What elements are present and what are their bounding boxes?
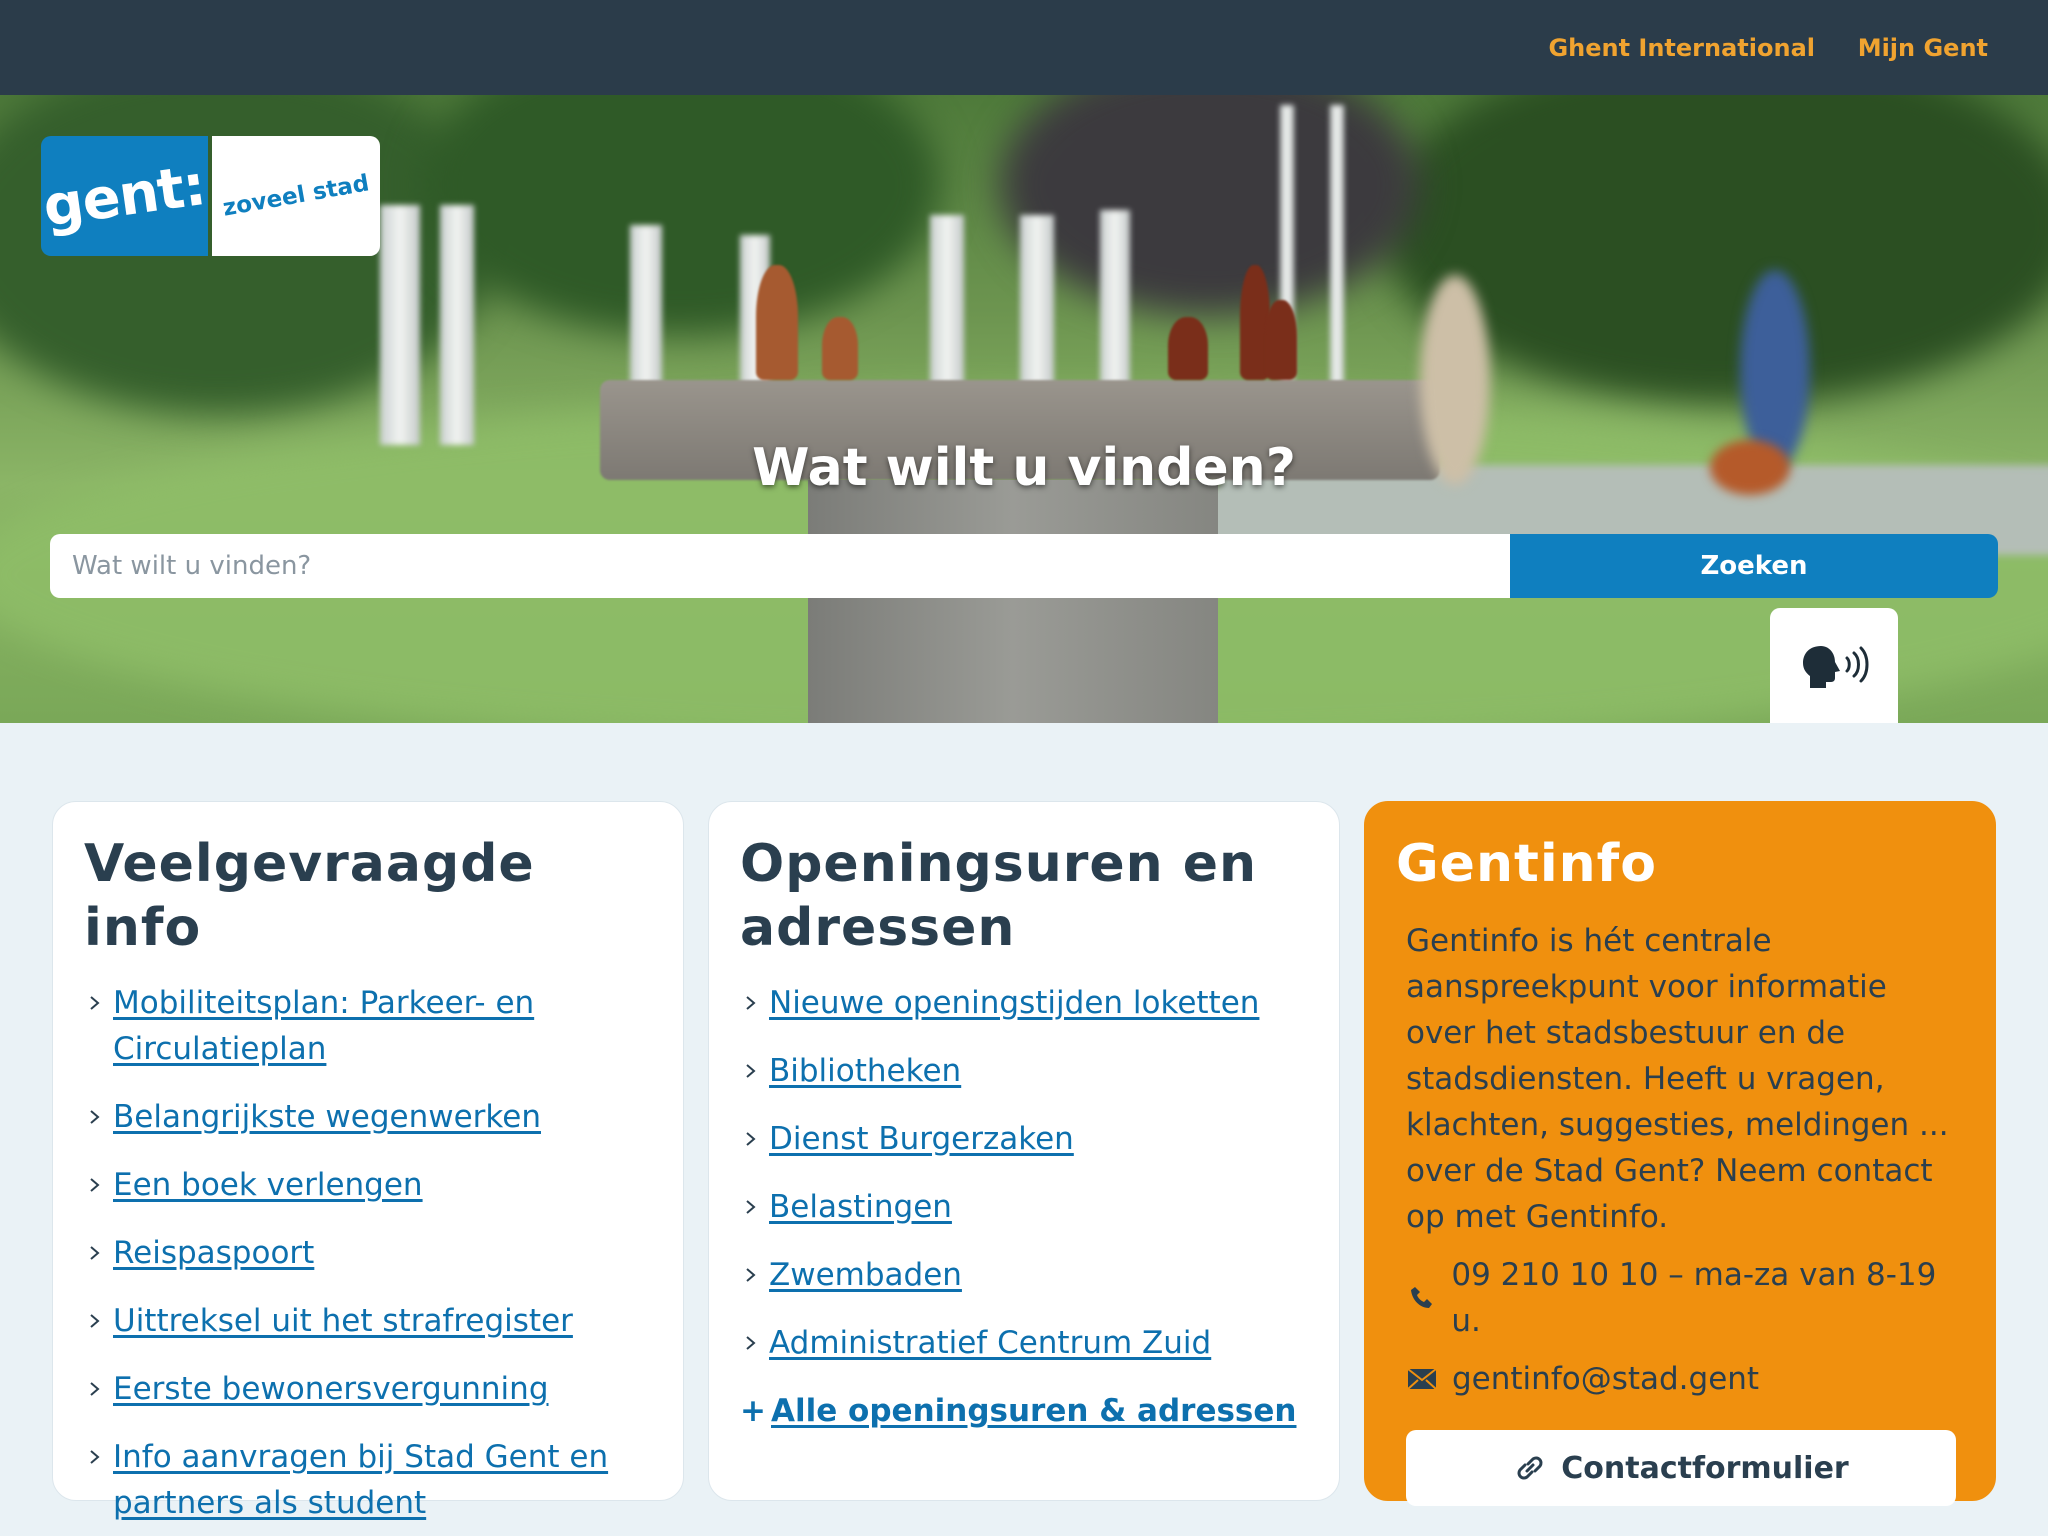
chevron-right-icon [746,1336,756,1350]
hero-chess-piece [1168,317,1208,380]
chevron-right-icon [90,1382,100,1396]
faq-list: Mobiliteitsplan: Parkeer- en Circulatiep… [84,980,653,1526]
search-button[interactable]: Zoeken [1510,534,1998,598]
list-item: Belangrijkste wegenwerken [84,1094,653,1140]
list-item: Nieuwe openingstijden loketten [740,980,1309,1026]
search-input[interactable] [50,534,1510,598]
list-item: Bibliotheken [740,1048,1309,1094]
list-item: Uittreksel uit het strafregister [84,1298,653,1344]
hero-column [380,205,420,445]
opening-hours-link[interactable]: Administratief Centrum Zuid [769,1325,1211,1361]
opening-hours-link[interactable]: Belastingen [769,1189,952,1225]
faq-card: Veelgevraagde info Mobiliteitsplan: Park… [52,801,684,1521]
opening-hours-title: Openingsuren en adressen [740,834,1258,958]
mijn-gent-link[interactable]: Mijn Gent [1858,34,1988,62]
gentinfo-description: Gentinfo is hét centrale aanspreekpunt v… [1406,923,1949,1235]
opening-hours-link[interactable]: Nieuwe openingstijden loketten [769,985,1259,1021]
phone-icon [1406,1282,1437,1314]
list-item: + Alle openingsuren & adressen [740,1388,1309,1434]
hero-chess-piece [1265,300,1297,380]
readspeaker-button[interactable] [1770,608,1898,723]
link-icon [1517,1456,1543,1480]
opening-hours-card: Openingsuren en adressen Nieuwe openings… [708,801,1340,1501]
envelope-icon [1406,1363,1438,1395]
gent-logo[interactable]: gent: zoveel stad [39,136,380,256]
hero-tree-foliage [420,95,940,335]
gentinfo-email: gentinfo@stad.gent [1396,1356,1965,1402]
hero-chess-piece [756,265,798,380]
contact-form-label: Contactformulier [1561,1450,1849,1486]
hero-column [440,205,474,445]
hero-chess-table-pedestal [808,480,1218,723]
opening-hours-link[interactable]: Dienst Burgerzaken [769,1121,1074,1157]
chevron-right-icon [746,1200,756,1214]
faq-link[interactable]: Mobiliteitsplan: Parkeer- en Circulatiep… [113,985,534,1067]
faq-link[interactable]: Uittreksel uit het strafregister [113,1303,573,1339]
chevron-right-icon [90,1314,100,1328]
list-item: Reispaspoort [84,1230,653,1276]
top-navigation-bar: Ghent International Mijn Gent [0,0,2048,95]
plus-icon: + [740,1393,766,1429]
list-item: Zwembaden [740,1252,1309,1298]
faq-link[interactable]: Eerste bewonersvergunning [113,1371,549,1407]
hero-pole [1330,105,1344,425]
gentinfo-card: Gentinfo Gentinfo is hét centrale aanspr… [1364,801,1996,1506]
chevron-right-icon [746,996,756,1010]
list-item: Info aanvragen bij Stad Gent en partners… [84,1434,653,1526]
logo-tagline-box: zoveel stad [212,136,380,256]
gentinfo-phone: 09 210 10 10 – ma-za van 8-19 u. [1396,1252,1965,1344]
faq-link[interactable]: Info aanvragen bij Stad Gent en partners… [113,1439,608,1521]
list-item: Belastingen [740,1184,1309,1230]
ghent-international-link[interactable]: Ghent International [1548,34,1815,62]
logo-text: gent: [39,152,210,240]
list-item: Administratief Centrum Zuid [740,1320,1309,1366]
chevron-right-icon [90,996,100,1010]
opening-hours-list: Nieuwe openingstijden loketten Bibliothe… [740,980,1309,1434]
list-item: Een boek verlengen [84,1162,653,1208]
contact-form-button[interactable]: Contactformulier [1406,1430,1956,1506]
logo-mark: gent: [39,136,210,256]
chevron-right-icon [746,1064,756,1078]
chevron-right-icon [746,1268,756,1282]
faq-link[interactable]: Een boek verlengen [113,1167,423,1203]
hero-title: Wat wilt u vinden? [752,438,1296,498]
chevron-right-icon [746,1132,756,1146]
chevron-right-icon [90,1450,100,1464]
chevron-right-icon [90,1110,100,1124]
logo-tagline: zoveel stad [220,170,372,222]
chevron-right-icon [90,1246,100,1260]
opening-hours-link[interactable]: Zwembaden [769,1257,962,1293]
faq-link[interactable]: Belangrijkste wegenwerken [113,1099,541,1135]
gentinfo-email-text[interactable]: gentinfo@stad.gent [1452,1356,1759,1402]
hero-dark-tree [1000,95,1420,315]
list-item: Eerste bewonersvergunning [84,1366,653,1412]
opening-hours-link[interactable]: Bibliotheken [769,1053,961,1089]
hero-chess-piece [822,317,858,380]
gentinfo-phone-text: 09 210 10 10 – ma-za van 8-19 u. [1451,1257,1937,1339]
faq-title: Veelgevraagde info [84,834,535,958]
chevron-right-icon [90,1178,100,1192]
gentinfo-title: Gentinfo [1396,834,1658,894]
faq-link[interactable]: Reispaspoort [113,1235,314,1271]
list-item: Dienst Burgerzaken [740,1116,1309,1162]
list-item: Mobiliteitsplan: Parkeer- en Circulatiep… [84,980,653,1072]
speaking-head-icon [1803,645,1869,688]
all-opening-hours-link[interactable]: Alle openingsuren & adressen [771,1393,1296,1429]
